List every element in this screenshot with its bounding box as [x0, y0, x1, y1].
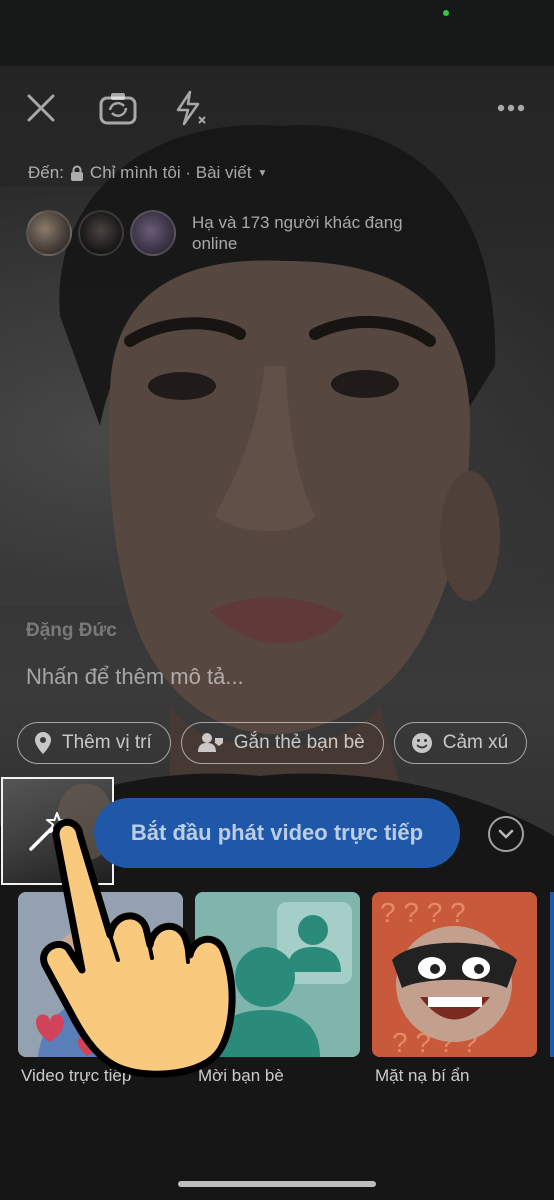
live-video-label: Video trực tiếp [21, 1066, 132, 1085]
more-options-button[interactable] [494, 88, 528, 128]
invite-friends-label: Mời bạn bè [198, 1066, 284, 1085]
author-name: Đặng Đức [26, 620, 117, 641]
close-icon [27, 94, 55, 122]
add-location-chip[interactable]: Thêm vị trí [17, 722, 171, 764]
camera-preview[interactable]: Đến: Chỉ mình tôi · Bài viết ▼ Hạ và 173… [0, 66, 554, 1200]
mystery-mask-illustration: ? ? ? ? ? ? ? ? [372, 892, 537, 1057]
online-friends-text: Hạ và 173 người khác đang online [192, 213, 403, 253]
live-tools-carousel: Video trực tiếp Mời bạn bè ? ? ? ? ? ? ?… [0, 892, 554, 1192]
svg-text:? ? ? ?: ? ? ? ? [380, 897, 466, 928]
chip-label: Gắn thẻ bạn bè [233, 732, 365, 753]
mystery-mask-card[interactable]: ? ? ? ? ? ? ? ? [372, 892, 537, 1057]
online-friends-avatars[interactable] [26, 210, 176, 256]
flash-off-icon [176, 90, 206, 126]
flip-camera-button[interactable] [98, 88, 138, 128]
tag-friends-icon [197, 733, 223, 752]
chevron-down-icon [498, 829, 514, 839]
audience-value: Chỉ mình tôi · Bài viết [89, 163, 252, 182]
home-indicator [178, 1181, 376, 1187]
feeling-chip[interactable]: Cảm xú [393, 722, 528, 764]
chip-label: Cảm xú [442, 732, 509, 753]
camera-indicator-dot [443, 10, 449, 16]
flash-button[interactable] [172, 88, 208, 128]
post-options: Thêm vị trí Gắn thẻ bạn bè Cảm xú [17, 722, 528, 764]
caret-down-icon: ▼ [257, 167, 268, 179]
live-video-card[interactable] [18, 892, 183, 1057]
close-button[interactable] [24, 88, 58, 128]
mystery-mask-label: Mặt nạ bí ẩn [375, 1066, 470, 1085]
next-card-peek [550, 892, 554, 1057]
magic-wand-icon [29, 812, 68, 851]
emoji-icon [411, 733, 432, 753]
audience-selector[interactable]: Đến: Chỉ mình tôi · Bài viết ▼ [28, 163, 267, 183]
avatar [26, 210, 72, 256]
expand-button[interactable] [488, 816, 524, 852]
location-pin-icon [35, 732, 51, 754]
live-video-illustration [18, 892, 183, 1057]
avatar [78, 210, 124, 256]
flip-camera-icon [99, 93, 137, 125]
start-live-button[interactable]: Bắt đầu phát video trực tiếp [94, 798, 460, 868]
invite-friends-card[interactable] [195, 892, 360, 1057]
lock-icon [70, 165, 83, 181]
status-bar [0, 0, 554, 66]
chip-label: Thêm vị trí [62, 732, 152, 753]
more-options-icon [497, 104, 525, 112]
tag-friends-chip[interactable]: Gắn thẻ bạn bè [180, 722, 384, 764]
invite-friends-illustration [195, 892, 360, 1057]
description-input[interactable]: Nhấn để thêm mô tả... [26, 664, 244, 690]
avatar [130, 210, 176, 256]
audience-prefix: Đến: [28, 163, 64, 182]
